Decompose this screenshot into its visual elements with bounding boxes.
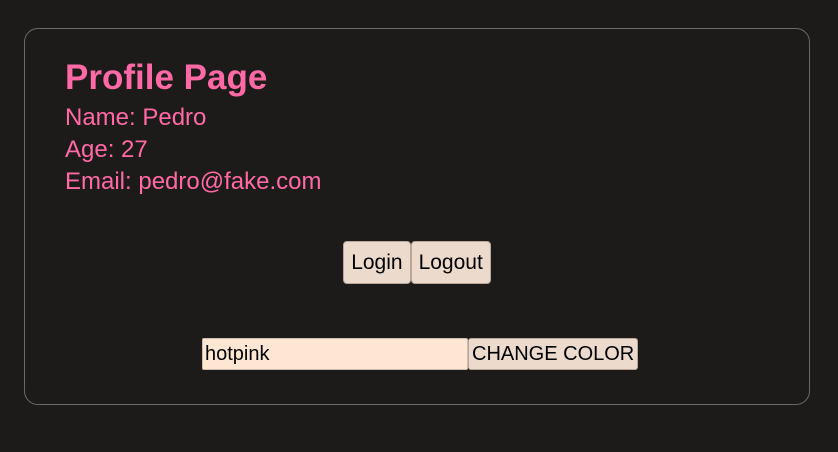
profile-email: Email: pedro@fake.com: [65, 168, 322, 195]
change-color-button[interactable]: CHANGE COLOR: [468, 338, 639, 370]
profile-name: Name: Pedro: [65, 104, 207, 131]
profile-section: Profile Page Name: Pedro Age: 27 Email: …: [65, 57, 321, 198]
logout-button[interactable]: Logout: [410, 241, 491, 284]
profile-card: Profile Page Name: Pedro Age: 27 Email: …: [24, 28, 810, 405]
login-button[interactable]: Login: [343, 241, 411, 284]
page-title: Profile Page: [65, 58, 268, 97]
auth-buttons: Login Logout: [25, 241, 809, 284]
profile-age: Age: 27: [65, 136, 148, 163]
color-input[interactable]: [202, 338, 468, 370]
color-changer: CHANGE COLOR: [202, 338, 639, 370]
